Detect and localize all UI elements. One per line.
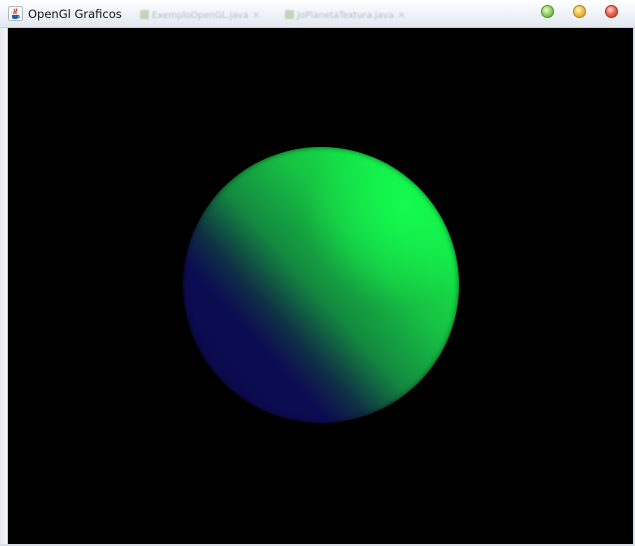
ghost-tab: JoPlanetaTextura.java ✕ — [285, 10, 405, 23]
ghost-tab-label: JoPlanetaTextura.java — [297, 11, 394, 21]
opengl-canvas[interactable] — [8, 28, 633, 544]
window-left-border — [0, 28, 8, 546]
ghost-tab: ExemploOpenGL.java ✕ — [140, 10, 260, 23]
close-icon: ✕ — [397, 11, 406, 21]
close-button[interactable] — [605, 5, 618, 18]
file-icon — [140, 10, 149, 19]
close-icon: ✕ — [252, 11, 261, 21]
maximize-button[interactable] — [541, 5, 554, 18]
shaded-sphere — [183, 147, 459, 423]
title-bar[interactable]: OpenGl Graficos ExemploOpenGL.java ✕ JoPl… — [0, 0, 635, 28]
window-title: OpenGl Graficos — [28, 7, 122, 21]
ghost-tab-label: ExemploOpenGL.java — [152, 11, 249, 21]
minimize-button[interactable] — [573, 5, 586, 18]
java-cup-icon — [8, 6, 23, 21]
app-window: OpenGl Graficos ExemploOpenGL.java ✕ JoPl… — [0, 0, 635, 546]
file-icon — [285, 10, 294, 19]
